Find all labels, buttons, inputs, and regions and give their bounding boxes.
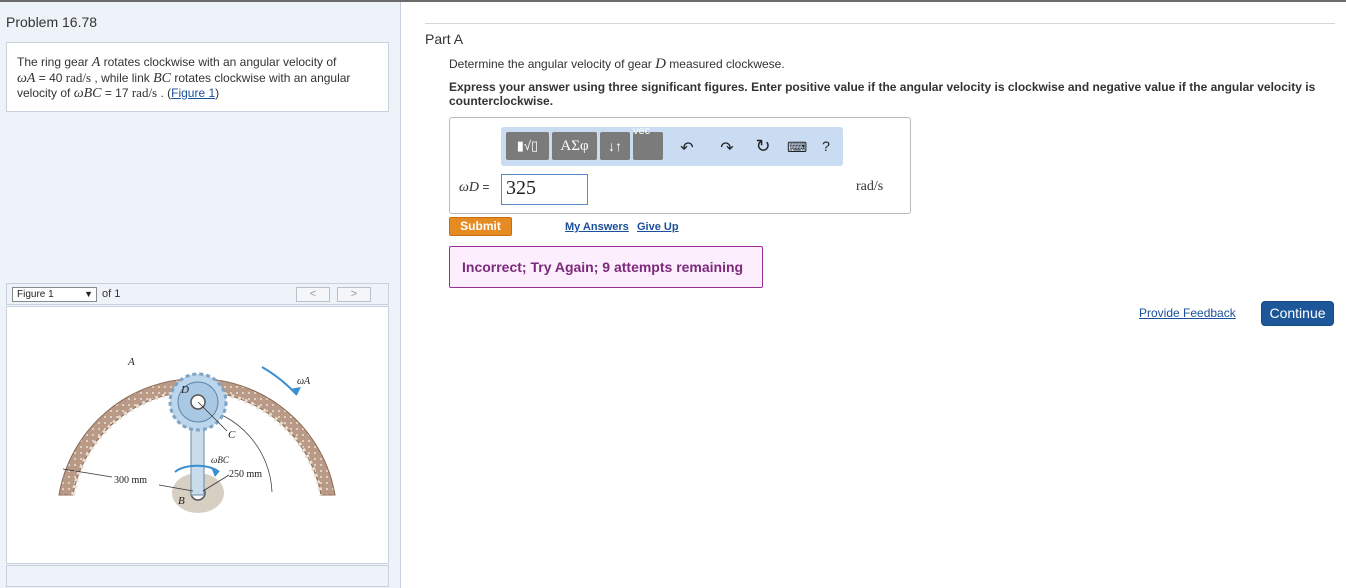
figure-select-value: Figure 1 — [17, 289, 54, 300]
answer-box: ▮√▯ ΑΣφ ↓↑ vec ↶ ↷ ↻ ⌨ ? ωD = 325 rad/s — [449, 117, 911, 214]
problem-text: . ( — [157, 86, 172, 100]
unit-text: rad/s — [65, 69, 92, 85]
instructions: Express your answer using three signific… — [449, 80, 1316, 108]
undo-icon[interactable]: ↶ — [679, 138, 695, 158]
var-bc: BC — [153, 70, 171, 86]
question-part: measured clockwese. — [665, 57, 785, 71]
problem-text: = 17 — [101, 86, 132, 100]
var-a: A — [91, 55, 101, 70]
problem-statement: The ring gear A rotates clockwise with a… — [6, 42, 389, 112]
continue-button[interactable]: Continue — [1261, 301, 1334, 326]
question-var: D — [655, 56, 666, 72]
problem-text: = 40 — [35, 70, 66, 85]
label-c: C — [228, 429, 236, 441]
label-b: B — [178, 495, 185, 507]
figure-viewer: A D C B ωA ωBC 250 mm 300 mm — [6, 306, 389, 564]
keyboard-icon[interactable]: ⌨ — [787, 139, 807, 156]
question-part: Determine the angular velocity of gear — [449, 57, 656, 71]
math-toolbar: ▮√▯ ΑΣφ ↓↑ vec ↶ ↷ ↻ ⌨ ? — [501, 125, 843, 166]
figure-footer — [6, 565, 389, 587]
prev-figure-button[interactable]: < — [296, 287, 330, 302]
figure-count: of 1 — [102, 288, 121, 300]
figure-nav-bar: Figure 1 ▼ of 1 < > — [6, 283, 389, 305]
question-text: Determine the angular velocity of gear D… — [449, 56, 785, 73]
submit-button[interactable]: Submit — [449, 217, 512, 236]
my-answers-link[interactable]: My Answers — [565, 221, 629, 233]
chevron-down-icon: ▼ — [84, 289, 93, 299]
label-omega-bc: ωBC — [211, 455, 230, 465]
label-omega-a: ωA — [297, 376, 311, 387]
omega-d-symbol: ωD — [459, 180, 479, 195]
problem-text: rotates clockwise with an angular veloci… — [100, 55, 337, 69]
help-button[interactable]: ? — [819, 138, 833, 154]
unit-text: rad/s — [131, 85, 158, 100]
problem-text: , while link — [91, 70, 154, 85]
reset-icon[interactable]: ↻ — [753, 136, 773, 157]
problem-text: ) — [215, 86, 220, 100]
provide-feedback-link[interactable]: Provide Feedback — [1139, 306, 1236, 320]
part-title: Part A — [425, 31, 464, 47]
symbols-button[interactable]: ΑΣφ — [552, 132, 597, 160]
answer-units: rad/s — [856, 179, 884, 194]
equals-sign: = — [479, 180, 490, 194]
give-up-link[interactable]: Give Up — [637, 221, 679, 233]
gear-diagram: A D C B ωA ωBC 250 mm 300 mm — [58, 356, 336, 513]
omega-a-arrow — [261, 366, 298, 396]
omega-bc-symbol: ωBC — [73, 86, 102, 101]
vec-label: vec — [633, 125, 651, 137]
answer-input[interactable]: 325 — [501, 174, 588, 205]
omega-a-symbol: ωA — [17, 70, 36, 86]
figure-select[interactable]: Figure 1 ▼ — [12, 287, 97, 302]
incorrect-message: Incorrect; Try Again; 9 attempts remaini… — [449, 246, 763, 288]
divider — [425, 23, 1335, 24]
templates-button[interactable]: ▮√▯ — [506, 132, 549, 160]
arrows-button[interactable]: ↓↑ — [600, 132, 630, 160]
label-a: A — [127, 356, 135, 368]
problem-title: Problem 16.78 — [6, 14, 98, 30]
answer-label: ωD = — [459, 180, 489, 196]
label-250mm: 250 mm — [229, 469, 262, 480]
problem-panel: Problem 16.78 The ring gear A rotates cl… — [0, 2, 401, 588]
label-d: D — [180, 384, 189, 396]
label-300mm: 300 mm — [114, 475, 147, 486]
figure-link[interactable]: Figure 1 — [171, 86, 215, 100]
next-figure-button[interactable]: > — [337, 287, 371, 302]
problem-text: The ring gear — [17, 55, 92, 69]
redo-icon[interactable]: ↷ — [719, 138, 735, 158]
